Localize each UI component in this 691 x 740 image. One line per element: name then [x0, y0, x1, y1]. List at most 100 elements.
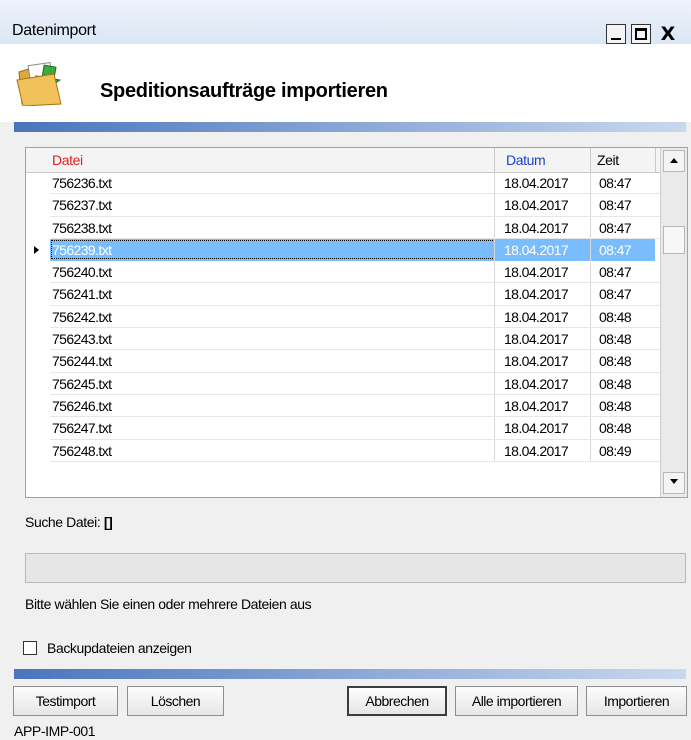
table-row[interactable]: 756247.txt 18.04.2017 08:48	[26, 417, 660, 440]
table-row[interactable]: 756240.txt 18.04.2017 08:47	[26, 261, 660, 284]
current-row-arrow-icon	[34, 245, 39, 254]
cell-divider	[590, 238, 591, 261]
table-row[interactable]: 756246.txt 18.04.2017 08:48	[26, 394, 660, 418]
cell-divider	[494, 350, 495, 373]
cell-file: 756240.txt	[52, 264, 112, 281]
cell-file: 756238.txt	[52, 219, 112, 236]
focus-rectangle	[51, 239, 495, 259]
cell-divider	[494, 283, 495, 306]
cell-divider	[494, 439, 495, 462]
cell-time: 08:47	[599, 286, 632, 303]
scroll-up-button[interactable]	[663, 150, 685, 172]
cell-file: 756247.txt	[52, 420, 112, 437]
cell-date: 18.04.2017	[504, 375, 569, 392]
table-row[interactable]: 756242.txt 18.04.2017 08:48	[26, 305, 660, 329]
folder-import-icon	[16, 62, 62, 106]
cell-file: 756239.txt	[52, 241, 112, 258]
cell-file: 756245.txt	[52, 375, 112, 392]
cell-divider	[590, 394, 591, 417]
table-row[interactable]: 756243.txt 18.04.2017 08:48	[26, 328, 660, 351]
cell-divider	[494, 372, 495, 395]
search-value: []	[103, 514, 113, 530]
column-header-datei[interactable]: Datei	[52, 148, 83, 172]
datenimport-window: Datenimport X Speditionsaufträge importi…	[0, 0, 691, 740]
accent-bar-top	[14, 122, 686, 132]
cell-date: 18.04.2017	[504, 197, 569, 214]
testimport-button[interactable]: Testimport	[13, 686, 118, 716]
cell-time: 08:47	[599, 219, 632, 236]
cell-date: 18.04.2017	[504, 420, 569, 437]
cell-divider	[494, 216, 495, 239]
import-progress-bar	[25, 553, 686, 583]
cell-date: 18.04.2017	[504, 219, 569, 236]
app-code-label: APP-IMP-001	[14, 723, 96, 739]
cancel-button[interactable]: Abbrechen	[347, 686, 447, 716]
cell-file: 756244.txt	[52, 353, 112, 370]
table-row[interactable]: 756237.txt 18.04.2017 08:47	[26, 194, 660, 217]
cell-time: 08:49	[599, 442, 632, 459]
cell-divider	[590, 439, 591, 462]
row-divider	[50, 460, 660, 462]
cell-divider	[494, 194, 495, 217]
search-label-text: Suche Datei:	[25, 514, 101, 530]
maximize-button[interactable]	[631, 24, 651, 44]
vertical-scrollbar[interactable]	[660, 148, 687, 497]
backup-files-label[interactable]: Backupdateien anzeigen	[47, 640, 192, 656]
instruction-text: Bitte wählen Sie einen oder mehrere Date…	[25, 596, 312, 612]
cell-file: 756248.txt	[52, 442, 112, 459]
arrow-up-icon	[670, 158, 678, 163]
cell-divider	[590, 372, 591, 395]
search-file-label: Suche Datei: []	[25, 514, 113, 530]
table-row[interactable]: 756248.txt 18.04.2017 08:49	[26, 439, 660, 462]
table-row[interactable]: 756244.txt 18.04.2017 08:48	[26, 350, 660, 373]
cell-file: 756246.txt	[52, 397, 112, 414]
cell-divider	[494, 417, 495, 440]
table-row[interactable]: 756245.txt 18.04.2017 08:48	[26, 372, 660, 395]
cell-divider	[494, 238, 495, 261]
cell-file: 756237.txt	[52, 197, 112, 214]
table-row[interactable]: 756238.txt 18.04.2017 08:47	[26, 216, 660, 239]
cell-date: 18.04.2017	[504, 442, 569, 459]
import-button[interactable]: Importieren	[586, 686, 687, 716]
grid-header: Datei Datum Zeit	[26, 148, 660, 173]
cell-divider	[590, 216, 591, 239]
cell-time: 08:47	[599, 264, 632, 281]
cell-date: 18.04.2017	[504, 264, 569, 281]
cell-time: 08:47	[599, 241, 632, 258]
cell-time: 08:48	[599, 331, 632, 348]
cell-file: 756242.txt	[52, 308, 112, 325]
column-header-datum[interactable]: Datum	[506, 148, 546, 172]
cell-divider	[494, 172, 495, 194]
cell-date: 18.04.2017	[504, 286, 569, 303]
column-header-zeit[interactable]: Zeit	[597, 148, 619, 172]
grid-rows: 756236.txt 18.04.2017 08:47 756237.txt 1…	[26, 172, 660, 462]
cell-time: 08:47	[599, 175, 632, 191]
delete-button[interactable]: Löschen	[127, 686, 224, 716]
window-title: Datenimport	[12, 22, 96, 39]
table-row-selected[interactable]: 756239.txt 18.04.2017 08:47	[26, 238, 660, 261]
column-separator[interactable]	[494, 148, 495, 172]
cell-divider	[590, 328, 591, 351]
cell-date: 18.04.2017	[504, 331, 569, 348]
column-separator[interactable]	[590, 148, 591, 172]
cell-time: 08:47	[599, 197, 632, 214]
close-button[interactable]: X	[656, 24, 680, 44]
table-row[interactable]: 756241.txt 18.04.2017 08:47	[26, 283, 660, 306]
cell-divider	[590, 305, 591, 328]
file-grid[interactable]: Datei Datum Zeit 756236.txt 18.04.2017 0…	[25, 147, 688, 498]
column-separator[interactable]	[655, 148, 656, 172]
accent-bar-bottom	[14, 669, 686, 679]
title-bar[interactable]: Datenimport X	[0, 0, 691, 45]
cell-time: 08:48	[599, 353, 632, 370]
cell-divider	[590, 172, 591, 194]
cell-date: 18.04.2017	[504, 353, 569, 370]
cell-divider	[590, 194, 591, 217]
cell-divider	[494, 394, 495, 417]
table-row[interactable]: 756236.txt 18.04.2017 08:47	[26, 172, 660, 195]
import-all-button[interactable]: Alle importieren	[455, 686, 578, 716]
scroll-down-button[interactable]	[663, 472, 685, 494]
backup-files-checkbox[interactable]	[23, 641, 37, 655]
minimize-button[interactable]	[606, 24, 626, 44]
cell-divider	[590, 261, 591, 284]
scrollbar-thumb[interactable]	[663, 226, 685, 254]
